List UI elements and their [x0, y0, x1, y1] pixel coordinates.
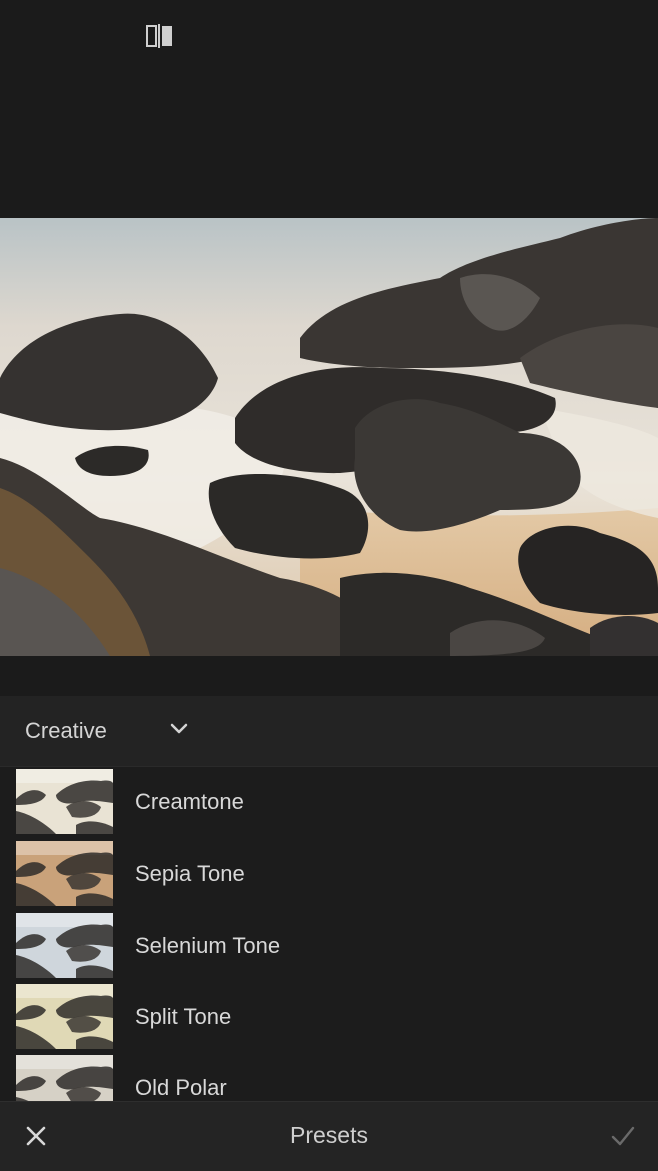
photo-bottom-spacer: [0, 656, 658, 696]
checkmark-icon[interactable]: [610, 1124, 636, 1148]
preset-item-creamtone[interactable]: Creamtone: [0, 767, 658, 839]
preset-label: Old Polar: [135, 1075, 227, 1100]
preset-label: Creamtone: [135, 789, 244, 814]
preset-thumbnail: [16, 913, 113, 978]
before-after-compare-icon[interactable]: [146, 24, 174, 48]
photo-preview[interactable]: [0, 218, 658, 656]
bottom-bar: Presets: [0, 1101, 658, 1171]
preset-thumbnail: [16, 841, 113, 906]
preset-thumbnail: [16, 984, 113, 1049]
preset-category-selector[interactable]: Creative: [0, 696, 658, 767]
preset-thumbnail: [16, 1055, 113, 1101]
preset-list[interactable]: Creamtone Sepia Tone Selenium Tone Split…: [0, 767, 658, 1101]
preset-label: Selenium Tone: [135, 933, 281, 958]
preset-item-sepia-tone[interactable]: Sepia Tone: [0, 839, 658, 911]
preset-item-old-polar[interactable]: Old Polar: [0, 1053, 658, 1101]
preset-item-selenium-tone[interactable]: Selenium Tone: [0, 911, 658, 983]
chevron-down-icon[interactable]: [168, 718, 190, 738]
top-toolbar: [0, 0, 658, 218]
preset-label: Sepia Tone: [135, 861, 245, 886]
preset-item-split-tone[interactable]: Split Tone: [0, 982, 658, 1054]
category-label[interactable]: Creative: [25, 718, 107, 744]
preset-thumbnail: [16, 769, 113, 834]
preset-label: Split Tone: [135, 1004, 232, 1029]
panel-title: Presets: [290, 1122, 368, 1148]
